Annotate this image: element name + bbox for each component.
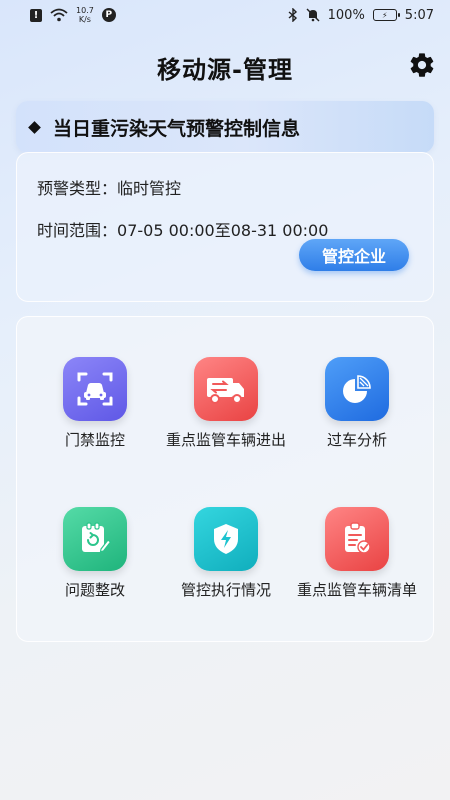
controlled-enterprises-button[interactable]: 管控企业 bbox=[299, 239, 409, 271]
shield-bolt-icon bbox=[194, 507, 258, 571]
truck-icon bbox=[194, 357, 258, 421]
app-header: 移动源-管理 bbox=[0, 46, 450, 86]
time-range-label: 时间范围： bbox=[37, 221, 118, 240]
feature-grid: 门禁监控 重点监管车辆进出 过车分析 问题整改 管控执行情况 重点监管车辆清单 bbox=[16, 316, 434, 642]
battery-icon: ⚡ bbox=[372, 9, 400, 21]
app-notification-icon: P bbox=[101, 8, 116, 22]
warning-info-card: 预警类型：临时管控 时间范围：07-05 00:00至08-31 00:00 管… bbox=[16, 152, 434, 302]
alert-icon: ! bbox=[30, 8, 42, 22]
feature-issue-rectification[interactable]: 问题整改 bbox=[25, 507, 165, 617]
feature-gate-monitoring[interactable]: 门禁监控 bbox=[25, 357, 165, 467]
feature-key-vehicle-entry-exit[interactable]: 重点监管车辆进出 bbox=[156, 357, 296, 467]
clipboard-edit-icon bbox=[63, 507, 127, 571]
feature-label: 管控执行情况 bbox=[180, 581, 271, 599]
warning-type-row: 预警类型：临时管控 bbox=[37, 175, 181, 199]
feature-label: 过车分析 bbox=[326, 431, 387, 449]
feature-label: 门禁监控 bbox=[64, 431, 125, 449]
car-scan-icon bbox=[63, 357, 127, 421]
warning-type-value: 临时管控 bbox=[117, 179, 182, 198]
status-bar-right: 100% ⚡ 5:07 bbox=[288, 8, 434, 23]
time-range-value: 07-05 00:00至08-31 00:00 bbox=[117, 221, 329, 240]
net-speed-unit: K/s bbox=[78, 15, 91, 24]
warning-type-label: 预警类型： bbox=[37, 179, 118, 198]
feature-label: 重点监管车辆清单 bbox=[296, 581, 417, 599]
battery-percent: 100% bbox=[327, 7, 365, 23]
checklist-icon bbox=[325, 507, 389, 571]
gear-icon[interactable] bbox=[408, 51, 436, 79]
feature-passing-analysis[interactable]: 过车分析 bbox=[287, 357, 427, 467]
feature-label: 重点监管车辆进出 bbox=[165, 431, 286, 449]
warning-banner: 当日重污染天气预警控制信息 bbox=[16, 101, 434, 153]
wifi-icon bbox=[50, 8, 68, 22]
mute-icon bbox=[306, 8, 320, 22]
diamond-bullet-icon bbox=[28, 120, 41, 134]
feature-control-execution[interactable]: 管控执行情况 bbox=[156, 507, 296, 617]
clock: 5:07 bbox=[404, 7, 434, 23]
bluetooth-icon bbox=[288, 8, 297, 22]
feature-key-vehicle-list[interactable]: 重点监管车辆清单 bbox=[287, 507, 427, 617]
banner-title: 当日重污染天气预警控制信息 bbox=[53, 117, 301, 140]
status-bar: ! 10.7 K/s P 100% ⚡ 5:07 bbox=[0, 0, 450, 30]
feature-label: 问题整改 bbox=[64, 581, 125, 599]
time-range-row: 时间范围：07-05 00:00至08-31 00:00 bbox=[37, 217, 328, 241]
net-speed: 10.7 K/s bbox=[76, 6, 94, 24]
net-speed-value: 10.7 bbox=[76, 6, 94, 15]
page-title: 移动源-管理 bbox=[157, 56, 293, 84]
pie-chart-icon bbox=[325, 357, 389, 421]
status-bar-left: ! 10.7 K/s P bbox=[30, 6, 116, 24]
